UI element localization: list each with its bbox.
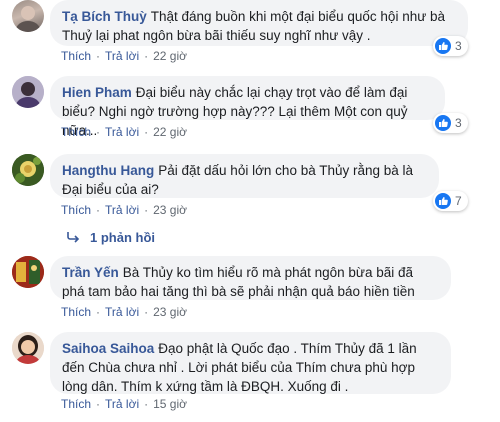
- comment-actions: Thích · Trả lời · 23 giờ: [61, 305, 187, 319]
- reaction-count[interactable]: 7: [433, 191, 468, 211]
- avatar[interactable]: [12, 332, 44, 364]
- comment-actions: Thích · Trả lời · 15 giờ: [61, 397, 187, 411]
- reaction-count[interactable]: 3: [433, 36, 468, 56]
- avatar[interactable]: [12, 256, 44, 288]
- comment-actions: Thích · Trả lời · 22 giờ: [61, 125, 187, 139]
- comment-author[interactable]: Hangthu Hang: [62, 163, 154, 178]
- comment-time[interactable]: 22 giờ: [153, 125, 187, 139]
- comment-time[interactable]: 23 giờ: [153, 305, 187, 319]
- comment-bubble: Tạ Bích Thuỳ Thật đáng buồn khi một đại b…: [50, 0, 468, 46]
- reply-link[interactable]: Trả lời: [105, 397, 139, 411]
- reply-link[interactable]: Trả lời: [105, 125, 139, 139]
- avatar[interactable]: [12, 154, 44, 186]
- comment-author[interactable]: Hien Pham: [62, 85, 132, 100]
- like-link[interactable]: Thích: [61, 49, 91, 63]
- like-link[interactable]: Thích: [61, 397, 91, 411]
- like-thumb-icon: [435, 38, 451, 54]
- comment-time[interactable]: 23 giờ: [153, 203, 187, 217]
- reply-link[interactable]: Trả lời: [105, 305, 139, 319]
- reaction-number: 3: [455, 39, 462, 53]
- reply-link[interactable]: Trả lời: [105, 203, 139, 217]
- reply-arrow-icon: [67, 232, 80, 243]
- comment-bubble: Trần Yến Bà Thủy ko tìm hiểu rõ mà phát n…: [50, 256, 451, 300]
- comment-bubble: Saihoa Saihoa Đạo phật là Quốc đạo . Thím…: [50, 332, 451, 394]
- comment-author[interactable]: Trần Yến: [62, 265, 119, 280]
- reaction-number: 3: [455, 116, 462, 130]
- like-link[interactable]: Thích: [61, 203, 91, 217]
- replies-count: 1 phản hồi: [90, 230, 155, 245]
- comment-bubble: Hien Pham Đại biểu này chắc lại chạy trọt…: [50, 76, 445, 138]
- comment-actions: Thích · Trả lời · 23 giờ: [61, 203, 187, 217]
- avatar[interactable]: [12, 0, 44, 32]
- reply-link[interactable]: Trả lời: [105, 49, 139, 63]
- avatar[interactable]: [12, 76, 44, 108]
- reaction-count[interactable]: 3: [433, 113, 468, 133]
- like-link[interactable]: Thích: [61, 125, 91, 139]
- like-thumb-icon: [435, 193, 451, 209]
- like-thumb-icon: [435, 115, 451, 131]
- view-replies-link[interactable]: 1 phản hồi: [66, 230, 155, 245]
- reaction-number: 7: [455, 194, 462, 208]
- comment-bubble: Hangthu Hang Pải đặt dấu hỏi lớn cho bà T…: [50, 154, 439, 198]
- comment-time[interactable]: 22 giờ: [153, 49, 187, 63]
- comment-time[interactable]: 15 giờ: [153, 397, 187, 411]
- like-link[interactable]: Thích: [61, 305, 91, 319]
- comment-author[interactable]: Tạ Bích Thuỳ: [62, 9, 147, 24]
- comment-actions: Thích · Trả lời · 22 giờ: [61, 49, 187, 63]
- comment-author[interactable]: Saihoa Saihoa: [62, 341, 154, 356]
